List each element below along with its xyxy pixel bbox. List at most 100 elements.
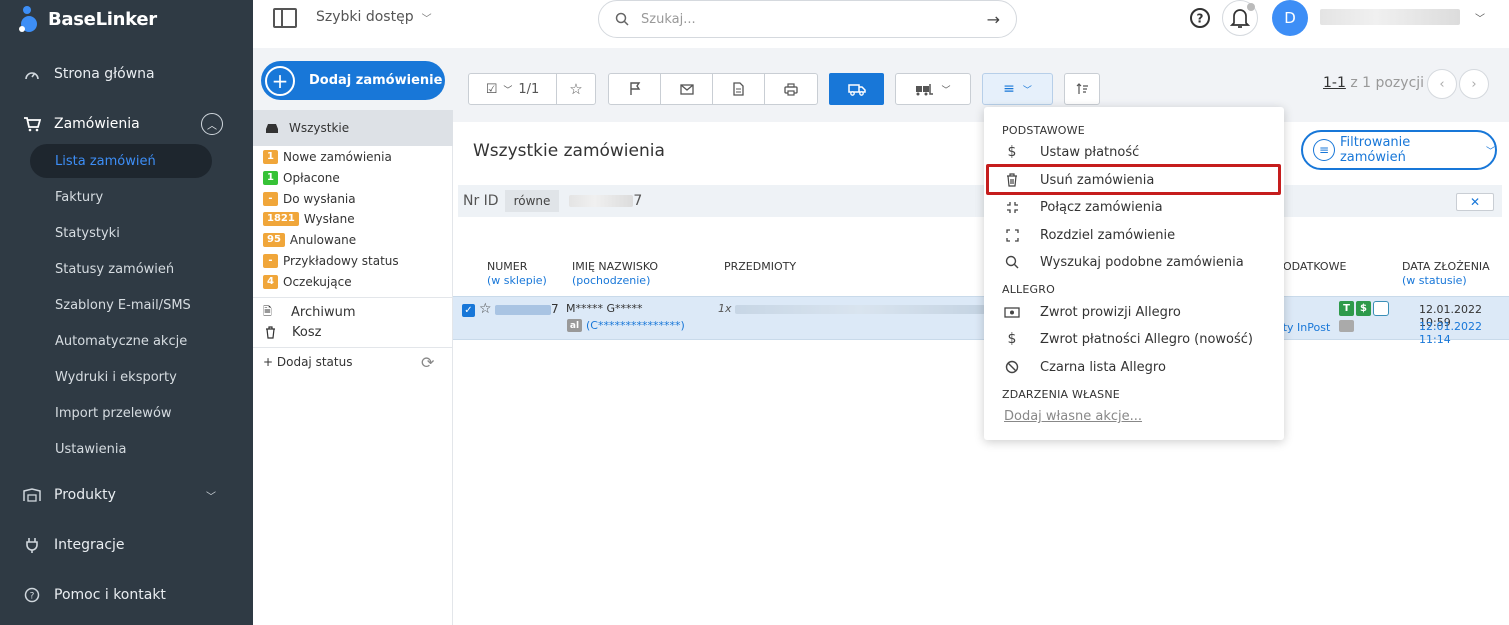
sort-button[interactable]	[1064, 73, 1100, 105]
menu-item-allegro-payment-refund[interactable]: $ Zwrot płatności Allegro (nowość)	[1002, 328, 1282, 350]
search-icon	[1002, 255, 1022, 269]
table-row[interactable]: ✓ ☆ 7 M***** G***** al (C***************…	[453, 296, 1509, 346]
prev-page-button[interactable]: ‹	[1427, 69, 1457, 99]
invoice-button[interactable]	[713, 74, 765, 104]
column-number-label: NUMER	[487, 260, 528, 273]
notifications-button[interactable]	[1222, 0, 1258, 36]
next-page-button[interactable]: ›	[1459, 69, 1489, 99]
selection-count: 1/1	[518, 81, 540, 97]
dollar-icon: $	[1007, 331, 1017, 347]
sidebar-item-settings[interactable]: Ustawienia	[55, 439, 126, 459]
chevron-down-icon[interactable]: ﹀	[1475, 10, 1485, 25]
menu-item-allegro-fee-refund[interactable]: Zwrot prowizji Allegro	[1002, 301, 1282, 323]
row-checkbox[interactable]: ✓	[462, 304, 475, 317]
status-item[interactable]: 4 Oczekujące	[263, 273, 352, 291]
origin-link[interactable]: (C***************)	[586, 319, 685, 332]
menu-item-split-order[interactable]: Rozdziel zamówienie	[1002, 224, 1282, 246]
sidebar-item-statistics[interactable]: Statystyki	[55, 223, 120, 243]
add-custom-action-link[interactable]: Dodaj własne akcje...	[1004, 409, 1142, 424]
printer-icon	[784, 82, 798, 96]
status-archive[interactable]: 🗎 Archiwum	[263, 303, 356, 321]
collapse-chevron-icon[interactable]: ︿	[201, 113, 223, 135]
help-icon: ?	[22, 585, 42, 605]
customer-name: M***** G*****	[566, 302, 643, 315]
nav-orders[interactable]: Zamówienia ︿	[22, 112, 232, 136]
status-trash[interactable]: Kosz	[263, 323, 321, 341]
sidebar-item-order-list[interactable]: Lista zamówień	[55, 151, 156, 171]
checkbox-icon: ☑	[485, 81, 498, 97]
select-dropdown-button[interactable]: ☑ ﹀ 1/1	[469, 74, 557, 104]
shipping-button[interactable]	[829, 73, 884, 105]
sidebar-item-prints-exports[interactable]: Wydruki i eksporty	[55, 367, 177, 387]
menu-item-set-payment[interactable]: $ Ustaw płatność	[1002, 141, 1282, 163]
column-date-sub: (w statusie)	[1402, 274, 1467, 287]
nav-help[interactable]: ? Pomoc i kontakt	[22, 583, 166, 607]
trash-icon	[266, 325, 275, 339]
sidebar-item-order-statuses[interactable]: Statusy zamówień	[55, 259, 174, 279]
menu-item-delete-orders[interactable]: Usuń zamówienia	[1002, 169, 1282, 191]
star-icon[interactable]: ☆	[479, 301, 492, 317]
pagination-info: 1-1 z 1 pozycji	[1323, 75, 1424, 91]
nav-products[interactable]: Produkty ﹀	[22, 483, 222, 507]
star-button[interactable]: ☆	[557, 74, 595, 104]
chevron-down-icon: ﹀	[503, 85, 513, 96]
status-label: Przykładowy status	[283, 254, 399, 268]
add-status-link[interactable]: + Dodaj status	[263, 353, 352, 371]
status-all[interactable]: Wszystkie	[253, 110, 453, 146]
user-name-redacted[interactable]	[1320, 9, 1460, 25]
status-item[interactable]: - Przykładowy status	[263, 252, 399, 270]
menu-item-label: Wyszukaj podobne zamówienia	[1040, 254, 1244, 270]
status-item[interactable]: 1 Nowe zamówienia	[263, 148, 392, 166]
menu-item-allegro-blacklist[interactable]: Czarna lista Allegro	[1002, 356, 1282, 378]
selection-group: ☑ ﹀ 1/1 ☆	[468, 73, 596, 105]
order-number-suffix[interactable]: 7	[551, 302, 559, 316]
warehouse-dropdown-button[interactable]: ﹀	[895, 73, 971, 105]
plus-icon: +	[265, 65, 295, 96]
sidebar-toggle-icon[interactable]	[273, 8, 297, 28]
column-items[interactable]: PRZEDMIOTY	[724, 260, 796, 274]
more-actions-dropdown-button[interactable]: ≡ ﹀	[982, 73, 1053, 105]
add-order-button[interactable]: + Dodaj zamówienie	[261, 61, 445, 100]
email-button[interactable]	[661, 74, 713, 104]
menu-item-label: Zwrot płatności Allegro (nowość)	[1040, 331, 1254, 347]
status-item[interactable]: - Do wysłania	[263, 190, 356, 208]
money-icon	[1002, 306, 1022, 318]
nav-home[interactable]: Strona główna	[22, 62, 155, 86]
menu-item-label: Rozdziel zamówienie	[1040, 227, 1176, 243]
column-name[interactable]: IMIĘ NAZWISKO (pochodzenie)	[572, 260, 658, 288]
nav-integrations[interactable]: Integracje	[22, 533, 125, 557]
flag-button[interactable]	[609, 74, 661, 104]
sidebar-item-email-templates[interactable]: Szablony E-mail/SMS	[55, 295, 191, 315]
filter-orders-button[interactable]: ≡ Filtrowanie zamówień ﹀	[1301, 130, 1497, 170]
column-number[interactable]: NUMER (w sklepie)	[487, 260, 547, 288]
status-item[interactable]: 95 Anulowane	[263, 231, 356, 249]
paid-dollar-icon: $	[1356, 301, 1371, 316]
envelope-icon	[1339, 320, 1354, 332]
refresh-icon[interactable]: ⟳	[421, 353, 434, 372]
column-extra[interactable]: ODATKOWE	[1283, 260, 1346, 274]
arrow-right-icon[interactable]: →	[987, 10, 1000, 29]
menu-item-merge-orders[interactable]: Połącz zamówienia	[1002, 196, 1282, 218]
status-item[interactable]: 1 Opłacone	[263, 169, 340, 187]
column-date[interactable]: DATA ZŁOŻENIA (w statusie)	[1402, 260, 1490, 288]
status-label: Oczekujące	[283, 275, 352, 289]
clear-filter-button[interactable]: ✕	[1456, 193, 1494, 211]
status-label: Anulowane	[289, 233, 357, 247]
merge-icon	[1002, 201, 1022, 214]
logo[interactable]: BaseLinker	[18, 4, 157, 34]
search-input[interactable]	[641, 11, 987, 27]
sidebar-item-auto-actions[interactable]: Automatyczne akcje	[55, 331, 187, 351]
delivery-method[interactable]: aty InPost	[1276, 321, 1330, 334]
print-button[interactable]	[765, 74, 817, 104]
status-badge: 1	[263, 171, 278, 185]
pager-range[interactable]: 1-1	[1323, 75, 1346, 91]
sidebar-item-invoices[interactable]: Faktury	[55, 187, 103, 207]
sidebar-item-transfer-import[interactable]: Import przelewów	[55, 403, 172, 423]
status-item[interactable]: 1821 Wysłane	[263, 210, 355, 228]
status-panel: Wszystkie 1 Nowe zamówienia 1 Opłacone -…	[253, 110, 453, 625]
filter-operator[interactable]: równe	[504, 190, 560, 212]
menu-item-find-similar[interactable]: Wyszukaj podobne zamówienia	[1002, 251, 1282, 273]
avatar[interactable]: D	[1272, 0, 1308, 36]
help-button[interactable]: ?	[1182, 0, 1218, 36]
quick-access-dropdown[interactable]: Szybki dostęp ﹀	[316, 9, 432, 25]
